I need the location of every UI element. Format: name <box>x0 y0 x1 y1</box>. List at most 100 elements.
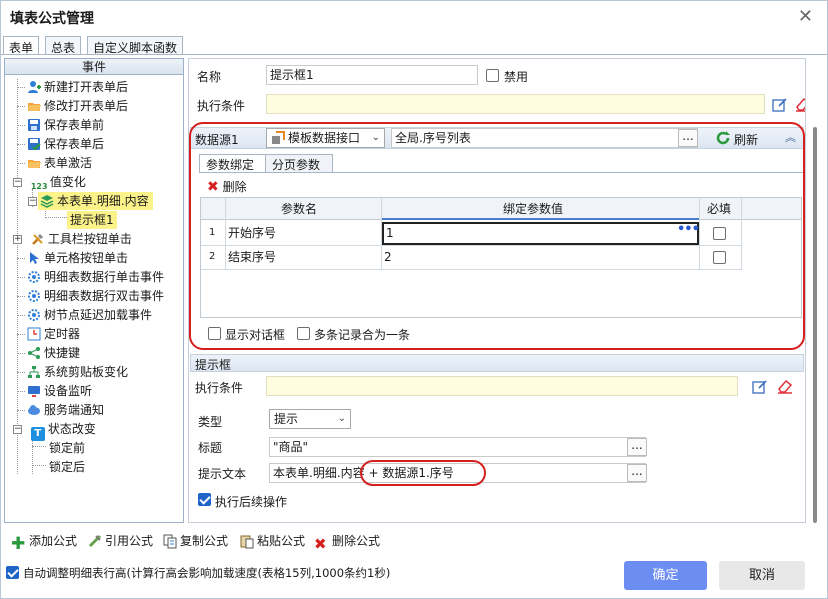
merge-records-checkbox[interactable] <box>297 327 310 340</box>
tree-item-prompt-box[interactable]: 提示框1 <box>67 211 117 229</box>
tree-item-label: 本表单.明细.内容 <box>57 194 149 208</box>
prompt-title-input[interactable]: "商品" <box>269 437 646 457</box>
plus-icon: ✚ <box>11 534 26 554</box>
tree-item-activate[interactable]: 表单激活 <box>17 154 92 172</box>
formula-dialog: 填表公式管理 ✕ 表单 总表 自定义脚本函数 事件 新建打开表单后 修改打开表单… <box>0 0 828 599</box>
paste-icon <box>240 535 254 549</box>
tree-item-device[interactable]: 设备监听 <box>17 382 93 400</box>
disable-checkbox[interactable] <box>486 69 499 82</box>
tree-item-new-open[interactable]: 新建打开表单后 <box>17 78 128 96</box>
tree-item-label: 设备监听 <box>44 384 93 398</box>
delete-param-label: 删除 <box>222 180 247 194</box>
tree-item-before-lock[interactable]: 锁定前 <box>49 439 85 457</box>
refresh-icon[interactable] <box>715 130 731 146</box>
tree-item-state-change[interactable]: T 状态改变 <box>19 420 96 441</box>
tree-item-detail-content[interactable]: 本表单.明细.内容 <box>38 192 153 210</box>
vertical-scrollbar[interactable] <box>809 127 823 523</box>
title-browse-button[interactable]: ... <box>627 438 647 456</box>
folder-open-icon <box>28 103 41 111</box>
col-divider <box>225 198 226 270</box>
tree-item-cell-click[interactable]: 单元格按钮单击 <box>17 249 128 267</box>
continue-label: 执行后续操作 <box>215 495 288 509</box>
type-label: 类型 <box>198 415 223 429</box>
tree-item-label: 明细表数据行单击事件 <box>44 270 165 284</box>
prompt-text-input[interactable]: 本表单.明细.内容 + 数据源1.序号 <box>269 463 646 483</box>
save-check-icon <box>28 138 41 151</box>
datasource-path-input[interactable]: 全局.序号列表 <box>391 128 698 148</box>
tree-line <box>17 315 25 316</box>
condition-input[interactable] <box>266 94 765 114</box>
tree-line <box>17 353 25 354</box>
tree-item-shortcut[interactable]: 快捷键 <box>17 344 80 362</box>
tab-param-binding[interactable]: 参数绑定 <box>199 154 267 172</box>
tree-item-label: 树节点延迟加载事件 <box>44 308 153 322</box>
collapse-up-icon[interactable]: ︽ <box>785 129 796 145</box>
cancel-button[interactable]: 取消 <box>719 561 805 590</box>
copy-formula-label: 复制公式 <box>180 534 229 548</box>
datasource-browse-button[interactable]: ... <box>678 129 698 147</box>
tree-item-toolbar-click[interactable]: 工具栏按钮单击 <box>19 230 132 248</box>
name-input[interactable]: 提示框1 <box>266 65 478 85</box>
delete-x-icon: ✖ <box>207 179 219 195</box>
tree-item-timer[interactable]: 定时器 <box>17 325 80 343</box>
scrollbar-thumb[interactable] <box>813 127 817 523</box>
paste-formula-button[interactable]: 粘贴公式 <box>239 532 305 550</box>
tree-item-server-notify[interactable]: 服务端通知 <box>17 401 104 419</box>
tools-icon <box>31 234 43 245</box>
tree-item-edit-open[interactable]: 修改打开表单后 <box>17 97 128 115</box>
row-bound-value: 2 <box>384 250 392 264</box>
tree-item-label: 值变化 <box>49 175 86 189</box>
copy-icon <box>163 534 177 549</box>
eraser-icon[interactable] <box>776 378 794 395</box>
continue-checkbox[interactable] <box>198 493 211 506</box>
edit-icon[interactable] <box>772 97 788 113</box>
event-tree[interactable]: 事件 新建打开表单后 修改打开表单后 保存表单前 保存表单后 表单激活 − 12… <box>4 58 184 523</box>
tree-item-lazy-load[interactable]: 树节点延迟加载事件 <box>17 306 153 324</box>
param-table: 参数名 绑定参数值 必填 1 开始序号 1 ••• 2 结束序号 2 <box>200 197 802 318</box>
tab-form[interactable]: 表单 <box>3 36 40 55</box>
tree-item-clipboard[interactable]: 系统剪贴板变化 <box>17 363 128 381</box>
tab-divider <box>199 172 803 173</box>
chevron-down-icon: ⌄ <box>337 413 346 424</box>
eraser-icon[interactable] <box>794 96 806 113</box>
show-dialog-checkbox[interactable] <box>208 327 221 340</box>
tree-item-before-save[interactable]: 保存表单前 <box>17 116 104 134</box>
copy-formula-button[interactable]: 复制公式 <box>162 532 228 550</box>
prompt-section-header <box>190 354 804 372</box>
required-checkbox[interactable] <box>713 251 726 264</box>
text-browse-button[interactable]: ... <box>627 464 647 482</box>
tree-item-after-save[interactable]: 保存表单后 <box>17 135 104 153</box>
tree-item-after-lock[interactable]: 锁定后 <box>49 458 85 476</box>
collapse-toggle[interactable]: − <box>28 197 37 206</box>
tree-item-label: 状态改变 <box>47 422 96 436</box>
tree-item-row-click[interactable]: 明细表数据行单击事件 <box>17 268 165 286</box>
required-checkbox[interactable] <box>713 227 726 240</box>
ref-formula-button[interactable]: 引用公式 <box>87 532 153 550</box>
network-icon <box>28 366 40 378</box>
gear-icon <box>28 271 40 283</box>
tab-summary-label: 总表 <box>51 41 76 55</box>
prompt-type-select[interactable]: 提示 ⌄ <box>269 409 351 429</box>
ok-button[interactable]: 确定 <box>624 561 707 590</box>
tab-summary[interactable]: 总表 <box>45 36 82 55</box>
save-icon <box>28 119 40 131</box>
close-icon[interactable]: ✕ <box>798 6 813 27</box>
auto-row-height-label: 自动调整明细表行高(计算行高会影响加载速度(表格15列,1000条约1秒) <box>23 566 391 580</box>
delete-param-button[interactable]: ✖ 删除 <box>207 178 247 195</box>
add-formula-button[interactable]: ✚ 添加公式 <box>11 532 77 554</box>
chevron-down-icon: ⌄ <box>371 132 380 143</box>
datasource-type-select[interactable]: 模板数据接口 ⌄ <box>266 128 385 148</box>
prompt-condition-input[interactable] <box>266 376 738 396</box>
row-value-editor[interactable] <box>382 222 699 245</box>
tree-item-value-change[interactable]: 123 值变化 <box>19 173 86 191</box>
tab-paging-params[interactable]: 分页参数 <box>265 154 333 172</box>
tree-line <box>17 144 25 145</box>
refresh-button[interactable]: 刷新 <box>734 131 758 148</box>
timer-icon <box>27 327 41 341</box>
delete-formula-button[interactable]: ✖ 删除公式 <box>314 532 380 552</box>
edit-icon[interactable] <box>752 379 768 395</box>
auto-row-height-checkbox[interactable] <box>6 566 19 579</box>
more-dots-icon[interactable]: ••• <box>677 222 700 237</box>
tree-item-row-dblclick[interactable]: 明细表数据行双击事件 <box>17 287 164 305</box>
tab-custom-script[interactable]: 自定义脚本函数 <box>87 36 184 55</box>
